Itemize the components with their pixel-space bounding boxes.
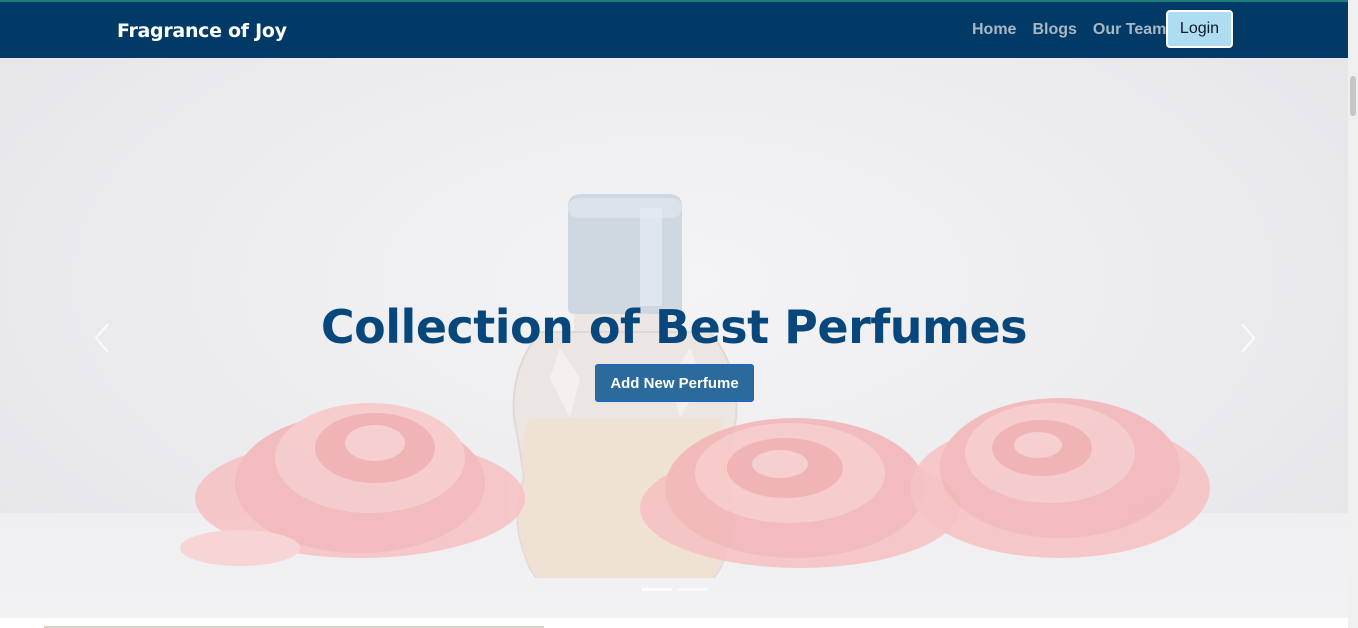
carousel-next-button[interactable] xyxy=(1236,320,1260,356)
nav-link-our-team[interactable]: Our Team xyxy=(1093,21,1167,39)
chevron-left-icon xyxy=(94,323,109,353)
next-section-peek xyxy=(0,618,1348,628)
navbar: Fragrance of Joy Home Blogs Our Team Log… xyxy=(0,2,1348,58)
carousel-indicator-2[interactable] xyxy=(678,588,708,591)
page: Fragrance of Joy Home Blogs Our Team Log… xyxy=(0,0,1358,628)
add-new-perfume-button[interactable]: Add New Perfume xyxy=(595,364,754,402)
nav-link-home[interactable]: Home xyxy=(972,21,1016,39)
hero-title: Collection of Best Perfumes xyxy=(320,300,1028,354)
hero-carousel: Collection of Best Perfumes Add New Perf… xyxy=(0,58,1348,618)
carousel-indicators xyxy=(642,588,708,591)
chevron-right-icon xyxy=(1241,323,1256,353)
page-scrollbar[interactable] xyxy=(1348,0,1358,628)
scrollbar-thumb[interactable] xyxy=(1350,76,1356,116)
carousel-prev-button[interactable] xyxy=(90,320,114,356)
nav-link-blogs[interactable]: Blogs xyxy=(1032,21,1076,39)
brand-logo-text[interactable]: Fragrance of Joy xyxy=(117,20,287,42)
roses-image xyxy=(180,398,1210,568)
carousel-indicator-1[interactable] xyxy=(642,588,672,591)
login-button[interactable]: Login xyxy=(1166,10,1233,48)
nav-links: Home Blogs Our Team xyxy=(972,21,1166,39)
